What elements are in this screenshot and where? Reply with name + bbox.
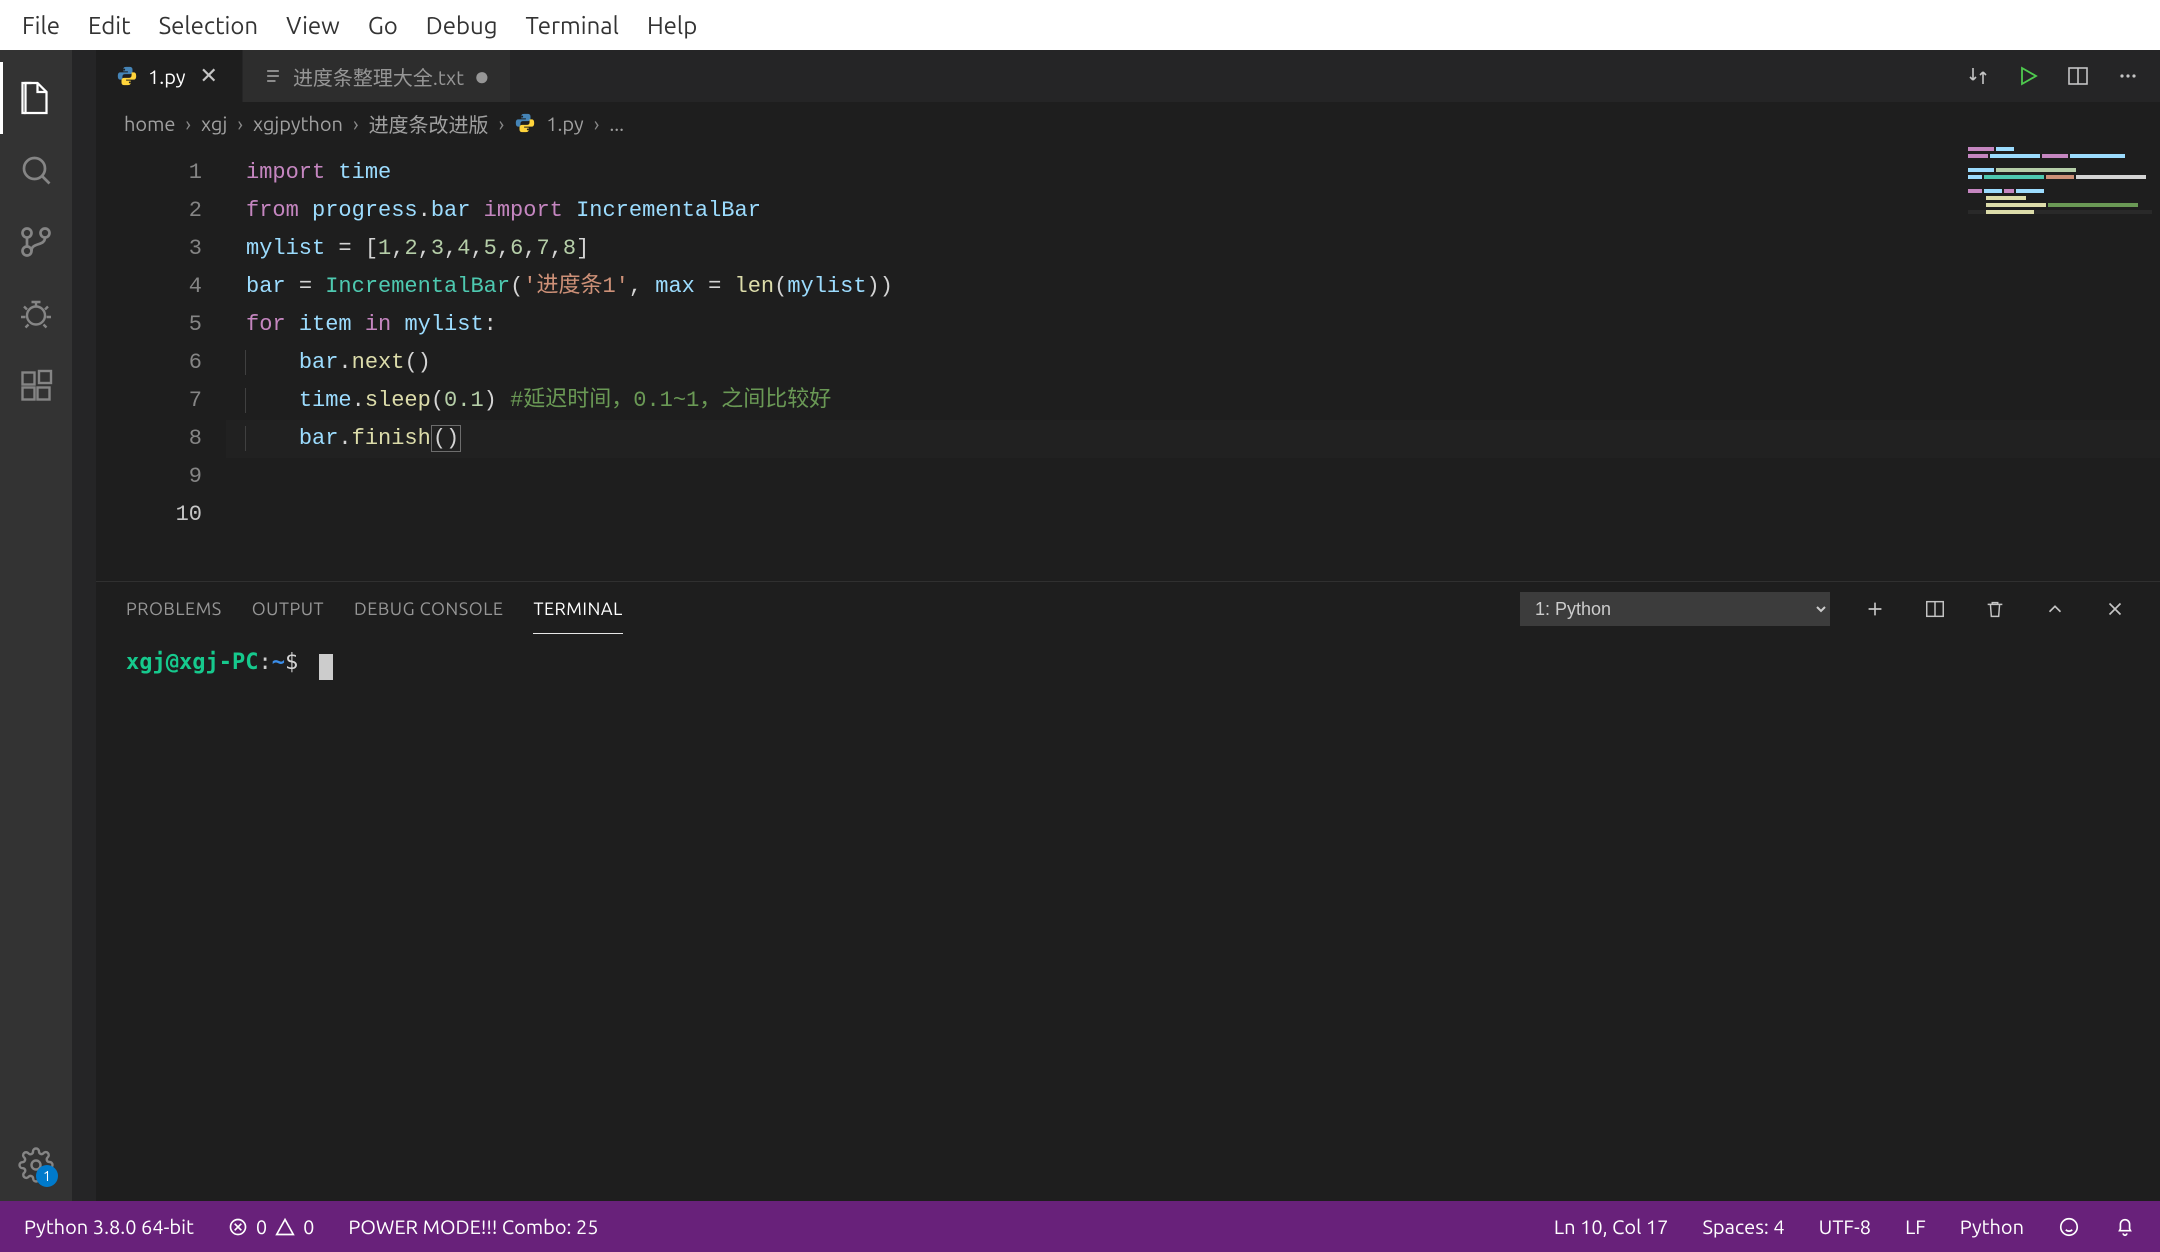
chevron-right-icon: › xyxy=(185,112,191,135)
editor-tab[interactable]: 进度条整理大全.txt ● xyxy=(243,50,511,102)
editor-tab[interactable]: 1.py ✕ xyxy=(96,50,243,102)
status-power-mode[interactable]: POWER MODE!!! Combo: 25 xyxy=(340,1215,606,1238)
explorer-icon[interactable] xyxy=(0,62,72,134)
code-editor[interactable]: 12345678910 import timefrom progress.bar… xyxy=(96,144,2160,581)
status-interpreter-label: Python 3.8.0 64-bit xyxy=(24,1215,194,1238)
line-numbers: 12345678910 xyxy=(96,144,226,581)
editor-left-gutter xyxy=(72,50,96,1201)
code-line[interactable]: import time xyxy=(226,154,2160,192)
new-terminal-icon[interactable] xyxy=(1860,598,1890,620)
panel-tab-debug-console[interactable]: DEBUG CONSOLE xyxy=(354,585,503,634)
status-indent[interactable]: Spaces: 4 xyxy=(1694,1215,1792,1238)
breadcrumb-segment[interactable]: 进度条改进版 xyxy=(369,109,489,138)
menu-view[interactable]: View xyxy=(272,12,354,39)
status-power-mode-label: POWER MODE!!! Combo: 25 xyxy=(348,1215,598,1238)
maximize-panel-icon[interactable] xyxy=(2040,598,2070,620)
code-line[interactable]: mylist = [1,2,3,4,5,6,7,8] xyxy=(226,230,2160,268)
search-icon[interactable] xyxy=(0,134,72,206)
breadcrumb-segment[interactable]: 1.py xyxy=(546,112,584,135)
menu-selection[interactable]: Selection xyxy=(145,12,273,39)
python-file-icon xyxy=(514,112,536,134)
more-actions-icon[interactable] xyxy=(2116,64,2140,88)
panel-tab-output[interactable]: OUTPUT xyxy=(252,585,324,634)
terminal[interactable]: xgj@xgj-PC:~$ xyxy=(96,636,2160,1201)
terminal-user-host: xgj@xgj-PC xyxy=(126,650,258,675)
settings-gear-icon[interactable]: 1 xyxy=(0,1129,72,1201)
menu-terminal[interactable]: Terminal xyxy=(512,12,633,39)
code-line[interactable]: bar.finish() xyxy=(226,420,2160,458)
settings-badge: 1 xyxy=(36,1165,58,1187)
status-problems[interactable]: 0 0 xyxy=(220,1215,323,1238)
debug-icon[interactable] xyxy=(0,278,72,350)
panel: PROBLEMS OUTPUT DEBUG CONSOLE TERMINAL 1: P… xyxy=(96,581,2160,1201)
breadcrumb-segment[interactable]: home xyxy=(124,112,175,135)
status-errors: 0 xyxy=(256,1215,267,1238)
split-terminal-icon[interactable] xyxy=(1920,598,1950,620)
workbench: 1 1.py✕进度条整理大全.txt● hom xyxy=(0,50,2160,1201)
minimap[interactable] xyxy=(1960,144,2160,314)
tab-label: 1.py xyxy=(148,65,186,88)
kill-terminal-icon[interactable] xyxy=(1980,598,2010,620)
panel-tab-terminal[interactable]: TERMINAL xyxy=(533,585,622,634)
panel-tabs: PROBLEMS OUTPUT DEBUG CONSOLE TERMINAL 1: P… xyxy=(96,582,2160,636)
activity-bar: 1 xyxy=(0,50,72,1201)
status-language-label: Python xyxy=(1960,1215,2024,1238)
status-eol[interactable]: LF xyxy=(1897,1215,1934,1238)
status-cursor-label: Ln 10, Col 17 xyxy=(1554,1215,1669,1238)
status-language[interactable]: Python xyxy=(1952,1215,2032,1238)
status-indent-label: Spaces: 4 xyxy=(1702,1215,1784,1238)
tab-label: 进度条整理大全.txt xyxy=(293,62,464,91)
terminal-cursor xyxy=(319,654,333,680)
chevron-right-icon: › xyxy=(594,112,600,135)
source-control-icon[interactable] xyxy=(0,206,72,278)
breadcrumb-segment[interactable]: xgjpython xyxy=(253,112,343,135)
code-line[interactable]: time.sleep(0.1) #延迟时间，0.1~1，之间比较好 xyxy=(226,382,2160,420)
status-encoding-label: UTF-8 xyxy=(1819,1215,1871,1238)
code-line[interactable]: for item in mylist: xyxy=(226,306,2160,344)
code-line[interactable]: bar = IncrementalBar('进度条1', max = len(m… xyxy=(226,268,2160,306)
status-eol-label: LF xyxy=(1905,1215,1926,1238)
terminal-symbol: $ xyxy=(285,650,298,675)
chevron-right-icon: › xyxy=(499,112,505,135)
code-content[interactable]: import timefrom progress.bar import Incr… xyxy=(226,144,2160,581)
breadcrumb[interactable]: home › xgj › xgjpython › 进度条改进版 › 1.py ›... xyxy=(96,102,2160,144)
compare-changes-icon[interactable] xyxy=(1966,64,1990,88)
status-encoding[interactable]: UTF-8 xyxy=(1811,1215,1879,1238)
menu-debug[interactable]: Debug xyxy=(412,12,512,39)
status-warnings: 0 xyxy=(303,1215,314,1238)
chevron-right-icon: › xyxy=(353,112,359,135)
menu-file[interactable]: File xyxy=(8,12,74,39)
status-cursor[interactable]: Ln 10, Col 17 xyxy=(1546,1215,1677,1238)
python-file-icon xyxy=(116,65,138,87)
breadcrumb-segment[interactable]: ... xyxy=(609,112,624,135)
terminal-path: ~ xyxy=(272,650,285,675)
status-bell-icon[interactable] xyxy=(2106,1216,2144,1238)
text-file-icon xyxy=(263,66,283,86)
editor-group: 1.py✕进度条整理大全.txt● home›xgj›xgjpython›进度条… xyxy=(96,50,2160,1201)
status-feedback-icon[interactable] xyxy=(2050,1216,2088,1238)
breadcrumb-segment[interactable]: xgj xyxy=(201,112,227,135)
run-icon[interactable] xyxy=(2016,64,2040,88)
status-bar: Python 3.8.0 64-bit 0 0 POWER MODE!!! Co… xyxy=(0,1201,2160,1252)
status-interpreter[interactable]: Python 3.8.0 64-bit xyxy=(16,1215,202,1238)
code-line[interactable]: bar.next() xyxy=(226,344,2160,382)
menu-help[interactable]: Help xyxy=(633,12,711,39)
panel-tab-problems[interactable]: PROBLEMS xyxy=(126,585,222,634)
close-tab-icon[interactable]: ✕ xyxy=(196,63,222,89)
menubar: FileEditSelectionViewGoDebugTerminalHelp xyxy=(0,0,2160,50)
extensions-icon[interactable] xyxy=(0,350,72,422)
close-panel-icon[interactable] xyxy=(2100,598,2130,620)
split-editor-icon[interactable] xyxy=(2066,64,2090,88)
menu-edit[interactable]: Edit xyxy=(74,12,145,39)
chevron-right-icon: › xyxy=(237,112,243,135)
terminal-selector[interactable]: 1: Python xyxy=(1520,592,1830,626)
dirty-indicator-icon: ● xyxy=(474,61,490,92)
code-line[interactable]: from progress.bar import IncrementalBar xyxy=(226,192,2160,230)
terminal-sep: : xyxy=(258,650,271,675)
menu-go[interactable]: Go xyxy=(354,12,412,39)
editor-tabs: 1.py ✕ 进度条整理大全.txt ● xyxy=(96,50,2160,102)
